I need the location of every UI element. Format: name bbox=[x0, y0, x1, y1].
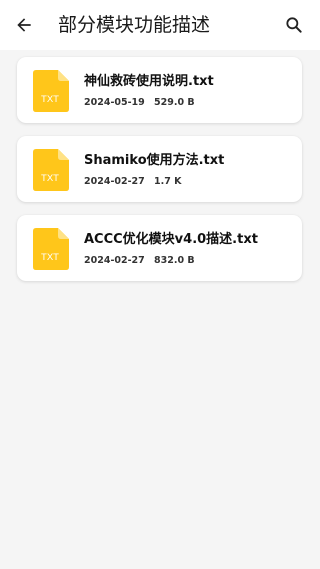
arrow-left-icon bbox=[17, 18, 31, 32]
txt-file-icon: TXT bbox=[33, 149, 69, 191]
back-button[interactable] bbox=[12, 13, 36, 37]
file-ext-label: TXT bbox=[41, 94, 59, 105]
txt-file-icon: TXT bbox=[33, 70, 69, 112]
file-date: 2024-02-27 bbox=[84, 176, 145, 187]
file-date: 2024-02-27 bbox=[84, 255, 145, 266]
app-bar: 部分模块功能描述 bbox=[0, 0, 320, 50]
file-ext-label: TXT bbox=[41, 173, 59, 184]
file-name: 神仙救砖使用说明.txt bbox=[84, 74, 214, 89]
file-card[interactable]: TXT ACCC优化模块v4.0描述.txt 2024-02-27 832.0 … bbox=[17, 215, 302, 281]
page-title: 部分模块功能描述 bbox=[58, 14, 211, 36]
file-name: ACCC优化模块v4.0描述.txt bbox=[84, 232, 258, 247]
file-meta: 2024-05-19 529.0 B bbox=[84, 97, 195, 108]
file-size: 1.7 K bbox=[154, 176, 182, 187]
search-button[interactable] bbox=[282, 13, 306, 37]
txt-file-icon: TXT bbox=[33, 228, 69, 270]
file-meta: 2024-02-27 832.0 B bbox=[84, 255, 195, 266]
file-name: Shamiko使用方法.txt bbox=[84, 153, 225, 168]
file-meta: 2024-02-27 1.7 K bbox=[84, 176, 182, 187]
file-card[interactable]: TXT Shamiko使用方法.txt 2024-02-27 1.7 K bbox=[17, 136, 302, 202]
search-icon bbox=[286, 17, 302, 33]
file-size: 529.0 B bbox=[154, 97, 195, 108]
file-size: 832.0 B bbox=[154, 255, 195, 266]
file-ext-label: TXT bbox=[41, 252, 59, 263]
file-card[interactable]: TXT 神仙救砖使用说明.txt 2024-05-19 529.0 B bbox=[17, 57, 302, 123]
file-date: 2024-05-19 bbox=[84, 97, 145, 108]
